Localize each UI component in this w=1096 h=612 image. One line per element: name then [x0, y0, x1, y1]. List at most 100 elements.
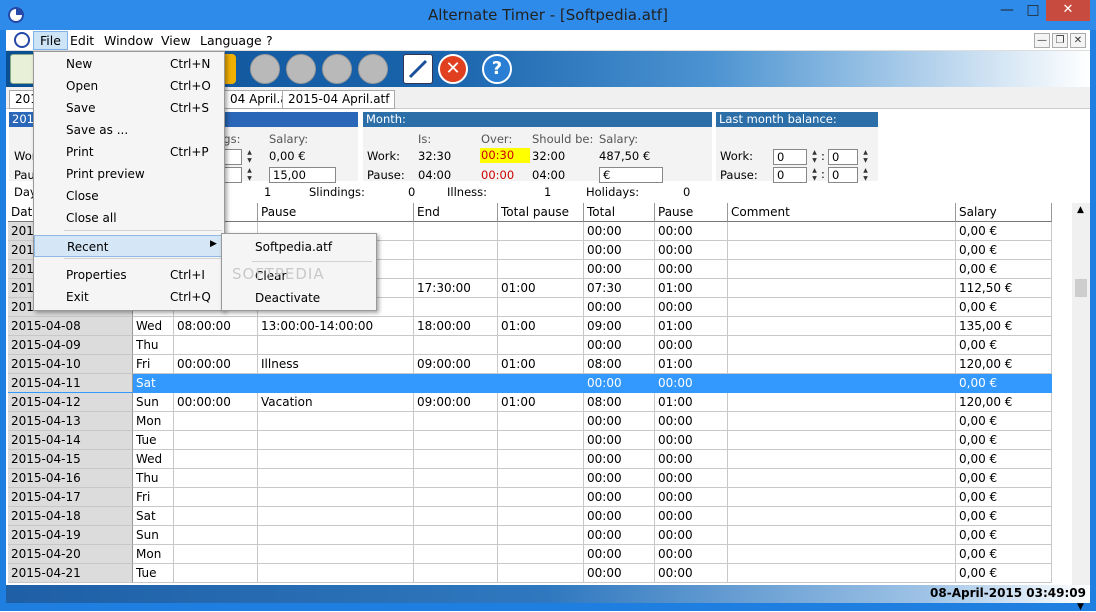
table-cell[interactable] — [414, 564, 498, 583]
table-cell[interactable]: 00:00 — [655, 545, 728, 564]
table-cell[interactable] — [258, 526, 414, 545]
table-cell[interactable]: 112,50 € — [956, 279, 1052, 298]
table-cell[interactable] — [728, 431, 956, 450]
table-cell[interactable] — [258, 374, 414, 393]
table-cell[interactable] — [414, 545, 498, 564]
table-cell[interactable]: Fri — [133, 488, 174, 507]
table-cell[interactable]: 120,00 € — [956, 355, 1052, 374]
table-row[interactable]: 2015-04-19 Sun 00:00 00:00 0,00 € — [6, 526, 1052, 545]
table-cell[interactable]: 08:00:00 — [174, 317, 258, 336]
table-cell[interactable] — [498, 469, 584, 488]
table-cell[interactable]: 0,00 € — [956, 241, 1052, 260]
file-menu-item[interactable]: Recent ▶ — [34, 235, 224, 257]
table-cell[interactable] — [414, 507, 498, 526]
menu-file[interactable]: File — [33, 31, 68, 50]
column-header[interactable]: Pause — [258, 203, 414, 222]
file-menu-item[interactable]: New Ctrl+N — [34, 53, 224, 75]
file-menu-item[interactable]: Properties Ctrl+I — [34, 264, 224, 286]
table-cell[interactable] — [498, 298, 584, 317]
table-cell[interactable]: 09:00 — [584, 317, 655, 336]
table-cell[interactable]: 0,00 € — [956, 260, 1052, 279]
file-menu-item[interactable]: Close all — [34, 207, 224, 229]
table-cell[interactable]: 120,00 € — [956, 393, 1052, 412]
table-cell[interactable] — [498, 336, 584, 355]
table-cell[interactable] — [498, 260, 584, 279]
table-cell[interactable]: 0,00 € — [956, 298, 1052, 317]
column-header[interactable]: Total pause — [498, 203, 584, 222]
menu-help[interactable]: ? — [260, 32, 279, 49]
table-cell[interactable] — [414, 241, 498, 260]
month-salary-input[interactable]: € — [599, 167, 663, 183]
table-cell[interactable] — [498, 374, 584, 393]
file-menu-item[interactable]: Save as ... — [34, 119, 224, 141]
table-cell[interactable]: 0,00 € — [956, 526, 1052, 545]
table-cell[interactable] — [258, 545, 414, 564]
table-cell[interactable] — [258, 564, 414, 583]
table-cell[interactable] — [174, 564, 258, 583]
table-cell[interactable] — [728, 393, 956, 412]
table-cell[interactable]: Tue — [133, 431, 174, 450]
table-cell[interactable] — [498, 545, 584, 564]
table-cell[interactable]: 00:00 — [655, 488, 728, 507]
table-cell[interactable]: 13:00:00-14:00:00 — [258, 317, 414, 336]
table-cell[interactable]: 00:00 — [655, 564, 728, 583]
column-header[interactable]: Salary — [956, 203, 1052, 222]
table-cell[interactable]: 00:00 — [655, 412, 728, 431]
document-icon[interactable] — [14, 32, 30, 48]
table-cell[interactable] — [728, 450, 956, 469]
table-cell[interactable] — [258, 450, 414, 469]
table-cell[interactable]: 00:00 — [655, 260, 728, 279]
table-cell[interactable]: 2015-04-09 — [8, 336, 133, 355]
table-cell[interactable] — [174, 412, 258, 431]
table-cell[interactable] — [728, 317, 956, 336]
table-cell[interactable] — [414, 450, 498, 469]
table-cell[interactable] — [728, 488, 956, 507]
table-cell[interactable]: Wed — [133, 450, 174, 469]
table-cell[interactable]: 01:00 — [655, 393, 728, 412]
table-row[interactable]: 2015-04-18 Sat 00:00 00:00 0,00 € — [6, 507, 1052, 526]
table-cell[interactable]: 01:00 — [498, 279, 584, 298]
table-cell[interactable] — [728, 545, 956, 564]
table-cell[interactable]: 00:00:00 — [174, 355, 258, 374]
table-cell[interactable] — [174, 374, 258, 393]
table-cell[interactable]: 2015-04-12 — [8, 393, 133, 412]
table-cell[interactable] — [414, 374, 498, 393]
table-cell[interactable]: 01:00 — [498, 317, 584, 336]
column-header[interactable]: Total — [584, 203, 655, 222]
table-cell[interactable]: 00:00 — [655, 450, 728, 469]
table-cell[interactable]: 00:00 — [655, 431, 728, 450]
table-cell[interactable]: 0,00 € — [956, 488, 1052, 507]
table-cell[interactable] — [174, 469, 258, 488]
table-cell[interactable]: 00:00 — [584, 507, 655, 526]
table-row[interactable]: 2015-04-21 Tue 00:00 00:00 0,00 € — [6, 564, 1052, 583]
cancel-icon[interactable]: ✕ — [438, 54, 468, 84]
table-row[interactable]: 2015-04-17 Fri 00:00 00:00 0,00 € — [6, 488, 1052, 507]
table-cell[interactable] — [728, 469, 956, 488]
table-cell[interactable] — [498, 526, 584, 545]
circle-placeholder-icon[interactable] — [322, 54, 352, 84]
day-pause-salary-input[interactable]: 15,00 — [269, 167, 336, 183]
table-cell[interactable] — [414, 298, 498, 317]
last-work-hours[interactable]: 0 — [773, 149, 807, 165]
table-cell[interactable]: Sun — [133, 393, 174, 412]
file-menu-item[interactable]: Exit Ctrl+Q — [34, 286, 224, 308]
vertical-scrollbar[interactable]: ▲ ▼ — [1072, 203, 1090, 612]
column-header[interactable]: End — [414, 203, 498, 222]
table-cell[interactable]: 00:00 — [584, 222, 655, 241]
table-cell[interactable]: 00:00 — [584, 450, 655, 469]
spin-icon[interactable]: ▲ ▼ — [860, 149, 871, 165]
table-cell[interactable]: Vacation — [258, 393, 414, 412]
table-cell[interactable] — [728, 564, 956, 583]
spin-icon[interactable]: ▲ ▼ — [809, 149, 820, 165]
table-row[interactable]: 2015-04-10 Fri 00:00:00 Illness 09:00:00 01:0… — [6, 355, 1052, 374]
table-cell[interactable]: 2015-04-19 — [8, 526, 133, 545]
table-cell[interactable]: 0,00 € — [956, 222, 1052, 241]
table-cell[interactable]: Sun — [133, 526, 174, 545]
close-button[interactable]: ✕ — [1046, 0, 1090, 21]
spin-icon[interactable]: ▲ ▼ — [860, 167, 871, 183]
table-row[interactable]: 2015-04-15 Wed 00:00 00:00 0,00 € — [6, 450, 1052, 469]
table-row[interactable]: 2015-04-12 Sun 00:00:00 Vacation 09:00:00 01:… — [6, 393, 1052, 412]
file-menu-item[interactable]: Save Ctrl+S — [34, 97, 224, 119]
table-cell[interactable] — [728, 222, 956, 241]
table-row[interactable]: 2015-04-09 Thu 00:00 00:00 0,00 € — [6, 336, 1052, 355]
